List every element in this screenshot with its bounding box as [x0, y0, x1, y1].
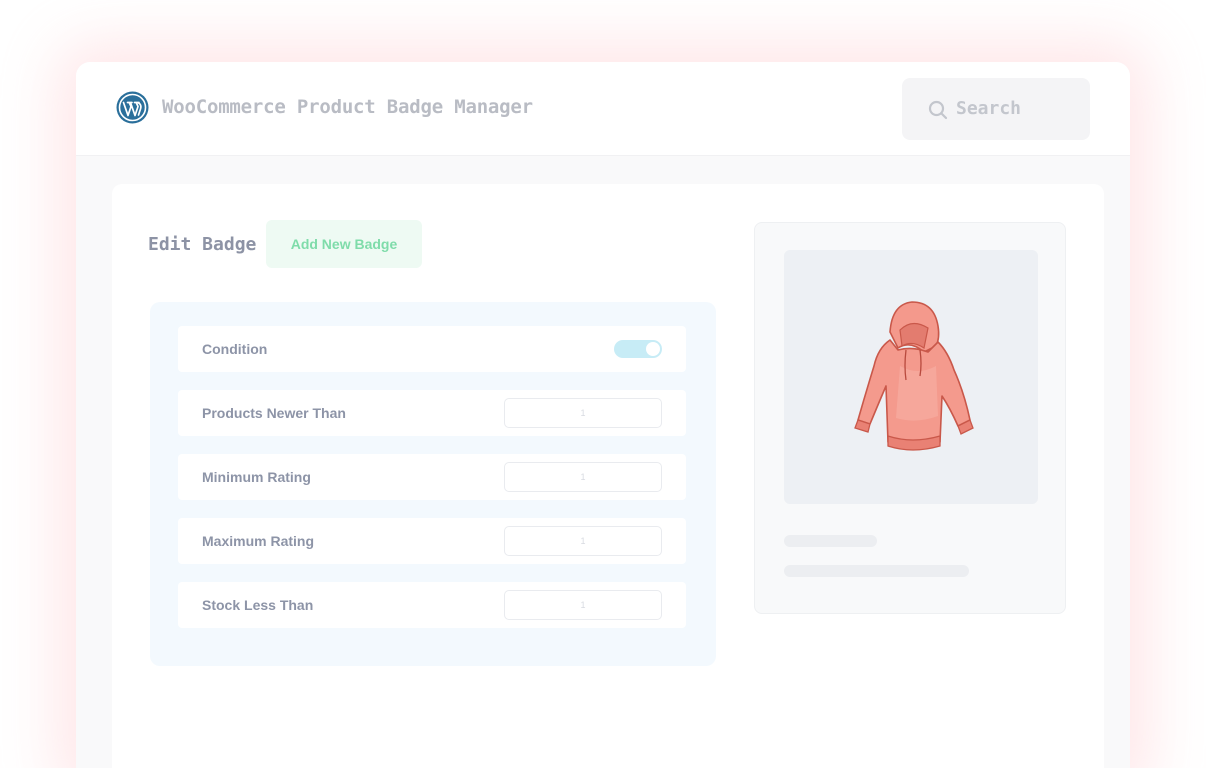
- app-title: WooCommerce Product Badge Manager: [162, 96, 533, 118]
- minimum-rating-row: Minimum Rating: [178, 454, 686, 500]
- search-icon: [928, 100, 948, 120]
- maximum-rating-label: Maximum Rating: [202, 533, 315, 549]
- minimum-rating-input[interactable]: [504, 462, 662, 492]
- stock-less-than-label: Stock Less Than: [202, 597, 314, 613]
- badge-preview-card: [754, 222, 1066, 614]
- badge-text-placeholder: [784, 565, 969, 577]
- app-header: WooCommerce Product Badge Manager Search: [76, 62, 1130, 156]
- stock-less-than-input[interactable]: [504, 590, 662, 620]
- badge-settings-panel: Condition Products Newer Than Minimum Ra…: [150, 302, 716, 666]
- add-new-badge-button[interactable]: Add New Badge: [266, 220, 422, 268]
- maximum-rating-row: Maximum Rating: [178, 518, 686, 564]
- condition-toggle[interactable]: [614, 340, 662, 358]
- toggle-knob: [646, 342, 660, 356]
- wordpress-logo-icon: [116, 91, 149, 124]
- search-box[interactable]: Search: [902, 78, 1090, 140]
- page-title: Edit Badge: [148, 234, 257, 255]
- stock-less-than-row: Stock Less Than: [178, 582, 686, 628]
- badge-title-placeholder: [784, 535, 877, 547]
- hoodie-product-image: [854, 301, 974, 451]
- minimum-rating-label: Minimum Rating: [202, 469, 311, 485]
- condition-row: Condition: [178, 326, 686, 372]
- products-newer-than-row: Products Newer Than: [178, 390, 686, 436]
- main-content: Edit Badge Add New Badge Condition Produ…: [112, 184, 1104, 768]
- products-newer-than-input[interactable]: [504, 398, 662, 428]
- app-window: WooCommerce Product Badge Manager Search…: [76, 62, 1130, 768]
- search-placeholder[interactable]: Search: [956, 98, 1021, 119]
- product-image-container: [784, 250, 1038, 504]
- maximum-rating-input[interactable]: [504, 526, 662, 556]
- condition-label: Condition: [202, 341, 268, 357]
- products-newer-than-label: Products Newer Than: [202, 405, 346, 421]
